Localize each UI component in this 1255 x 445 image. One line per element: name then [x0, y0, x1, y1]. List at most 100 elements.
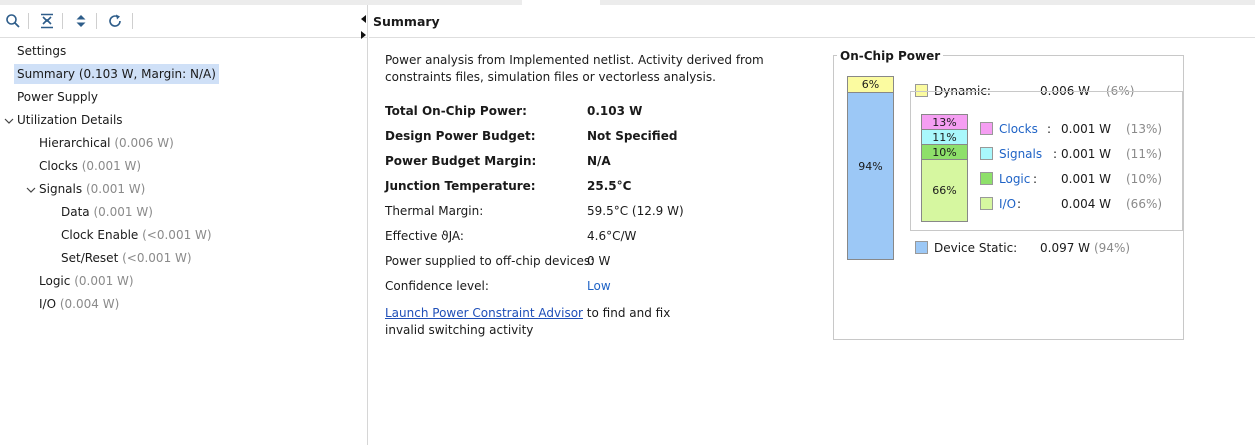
device-static-label: Device Static: — [934, 241, 1018, 255]
property-value: 0.103 W — [587, 104, 643, 118]
tree-item-settings[interactable]: Settings — [17, 41, 66, 61]
refresh-icon[interactable] — [106, 12, 124, 30]
property-value: 25.5°C — [587, 179, 632, 193]
advisor-text: invalid switching activity — [385, 323, 534, 337]
property-label: Junction Temperature: — [385, 179, 536, 193]
chevron-down-icon[interactable] — [26, 184, 36, 194]
property-value: Not Specified — [587, 129, 678, 143]
dynamic-segment: 6% — [848, 77, 893, 93]
tree-item-clock-enable[interactable]: Clock Enable (<0.001 W) — [61, 225, 212, 245]
clocks-link[interactable]: Clocks — [999, 121, 1038, 137]
property-label: Total On-Chip Power: — [385, 104, 527, 118]
confidence-level-link[interactable]: Low — [587, 276, 611, 296]
tree-item-value: (0.004 W) — [59, 297, 120, 311]
on-chip-power-box: On-Chip Power 6% 94% Dynamic: 0.006 W (6… — [833, 49, 1184, 340]
property-label: Power Budget Margin: — [385, 154, 537, 168]
legend-colon: : — [1033, 172, 1038, 186]
logic-percent-label: 10% — [932, 146, 957, 159]
launch-power-constraint-advisor-link[interactable]: Launch Power Constraint Advisor — [385, 306, 583, 320]
tree-item-label: Clock Enable — [61, 228, 139, 242]
expand-all-icon[interactable] — [72, 12, 90, 30]
io-percent-label: 66% — [932, 184, 957, 197]
device-static-percent: (94%) — [1094, 241, 1131, 255]
tree-item-data[interactable]: Data (0.001 W) — [61, 202, 153, 222]
tree-item-signals[interactable]: Signals (0.001 W) — [39, 179, 145, 199]
summary-panel: Summary Power analysis from Implemented … — [361, 5, 1255, 445]
property-label: Thermal Margin: — [385, 204, 484, 218]
dynamic-breakdown-bar: 13% 11% 10% 66% — [921, 114, 968, 222]
tree-item-logic[interactable]: Logic (0.001 W) — [39, 271, 134, 291]
io-swatch — [980, 197, 993, 210]
panel-title: Summary — [373, 14, 440, 29]
tree-item-label: Signals — [39, 182, 83, 196]
tree-item-label: Utilization Details — [17, 113, 123, 127]
device-static-value: 0.097 W — [1040, 241, 1091, 255]
tree-item-set-reset[interactable]: Set/Reset (<0.001 W) — [61, 248, 192, 268]
tree-item-summary[interactable]: Summary (0.103 W, Margin: N/A) — [14, 64, 219, 84]
signals-percent-label: 11% — [932, 131, 957, 144]
clocks-value: 0.001 W — [1061, 122, 1112, 136]
property-value: 59.5°C (12.9 W) — [587, 204, 684, 218]
property-value: N/A — [587, 154, 611, 168]
toolbar-separator — [132, 13, 133, 29]
on-chip-power-title: On-Chip Power — [837, 49, 944, 63]
tree-item-label: Summary — [17, 67, 75, 81]
tree-item-label: I/O — [39, 297, 57, 311]
tree-item-label: Set/Reset — [61, 251, 119, 265]
signals-swatch — [980, 147, 993, 160]
static-segment: 94% — [848, 93, 893, 259]
property-label: Design Power Budget: — [385, 129, 536, 143]
logic-segment: 10% — [922, 145, 967, 160]
tree-item-value: (0.006 W) — [114, 136, 174, 150]
tree-item-io[interactable]: I/O (0.004 W) — [39, 294, 119, 314]
clocks-swatch — [980, 122, 993, 135]
tree-item-value: (<0.001 W) — [142, 228, 212, 242]
logic-percent: (10%) — [1126, 172, 1163, 186]
dynamic-percent-label: 6% — [861, 78, 880, 91]
legend-colon: : — [1017, 197, 1022, 211]
tree-item-power-supply[interactable]: Power Supply — [17, 87, 98, 107]
analysis-description: Power analysis from Implemented netlist.… — [385, 53, 764, 84]
clocks-segment: 13% — [922, 115, 967, 130]
total-power-bar: 6% 94% — [847, 76, 894, 260]
io-percent: (66%) — [1126, 197, 1163, 211]
device-static-swatch — [915, 241, 928, 254]
io-link[interactable]: I/O — [999, 196, 1016, 212]
tree-item-clocks[interactable]: Clocks (0.001 W) — [39, 156, 141, 176]
signals-link[interactable]: Signals — [999, 146, 1042, 162]
navigation-panel: Settings Summary (0.103 W, Margin: N/A) … — [0, 5, 368, 445]
search-icon[interactable] — [4, 12, 22, 30]
signals-value: 0.001 W — [1061, 147, 1112, 161]
tree-toolbar — [0, 5, 367, 38]
panel-header: Summary — [361, 5, 1255, 39]
logic-link[interactable]: Logic — [999, 171, 1030, 187]
property-value: 0 W — [587, 254, 611, 268]
chevron-down-icon[interactable] — [4, 115, 14, 125]
logic-swatch — [980, 172, 993, 185]
tree-item-label: Clocks — [39, 159, 78, 173]
tree-item-value: (<0.001 W) — [122, 251, 192, 265]
tree-item-value: (0.001 W) — [85, 182, 146, 196]
collapse-all-icon[interactable] — [38, 12, 56, 30]
property-label: Power supplied to off-chip devices: — [385, 254, 595, 268]
tree-item-hierarchical[interactable]: Hierarchical (0.006 W) — [39, 133, 174, 153]
legend-colon: : — [1053, 147, 1058, 161]
toolbar-separator — [62, 13, 63, 29]
tree-item-value: (0.103 W, Margin: N/A) — [78, 67, 216, 81]
tree-item-label: Power Supply — [17, 90, 98, 104]
tree-item-value: (0.001 W) — [93, 205, 153, 219]
signals-segment: 11% — [922, 130, 967, 145]
signals-percent: (11%) — [1126, 147, 1163, 161]
tree-item-label: Settings — [17, 44, 67, 58]
property-label: Confidence level: — [385, 279, 489, 293]
toolbar-separator — [28, 13, 29, 29]
io-segment: 66% — [922, 160, 967, 221]
logic-value: 0.001 W — [1061, 172, 1112, 186]
tree-item-utilization-details[interactable]: Utilization Details — [17, 110, 123, 130]
tree-item-label: Hierarchical — [39, 136, 111, 150]
clocks-percent: (13%) — [1126, 122, 1163, 136]
panel-collapse-toggle[interactable] — [358, 13, 368, 41]
advisor-note: Launch Power Constraint Advisor to find … — [385, 305, 685, 339]
tree-item-value: (0.001 W) — [81, 159, 142, 173]
tree-item-label: Logic — [39, 274, 71, 288]
